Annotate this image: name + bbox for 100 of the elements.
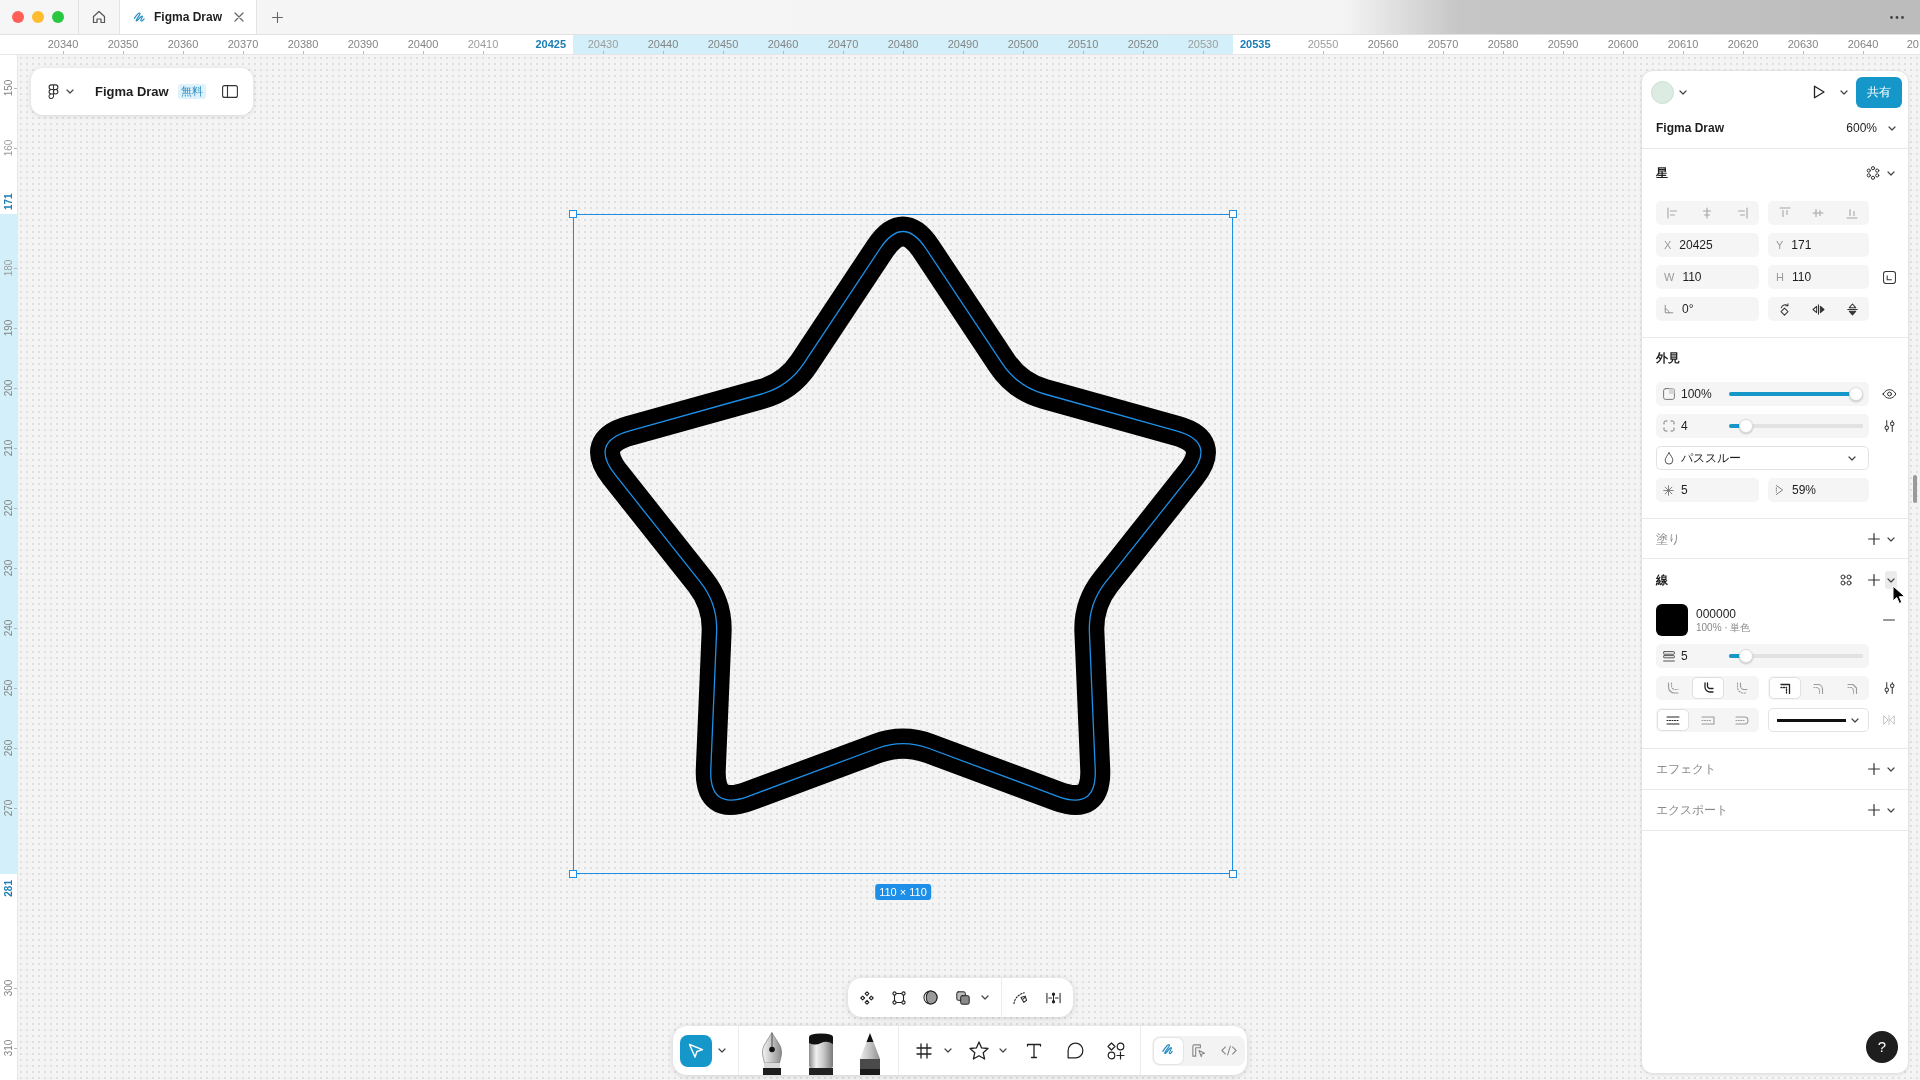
main-menu-button[interactable] [48, 83, 74, 100]
ruler-label: 20440 [647, 38, 679, 51]
pencil-tool-button[interactable] [857, 1032, 883, 1075]
ruler-label: 160 [2, 139, 14, 157]
plan-badge: 無料 [177, 84, 206, 99]
ruler-tick [723, 51, 724, 54]
ruler-tick [963, 51, 964, 54]
ruler-tick [1863, 51, 1864, 54]
rotation-field[interactable]: 0° [1656, 297, 1759, 321]
eye-icon [1881, 389, 1897, 399]
sliders-icon [1883, 681, 1895, 695]
curved-corner-icon [1701, 682, 1714, 694]
file-tab[interactable]: Figma Draw [120, 0, 257, 34]
add-button[interactable] [1866, 761, 1882, 777]
resize-handle[interactable] [1229, 870, 1237, 878]
squiggle-icon [133, 10, 146, 24]
ruler-tick [183, 51, 184, 54]
opacity-control[interactable]: 100% [1656, 382, 1869, 406]
close-tab-button[interactable] [232, 10, 246, 24]
align-right-icon [1735, 207, 1748, 219]
height-field[interactable]: H 110 [1768, 265, 1869, 289]
ratio-field[interactable]: 59% [1768, 478, 1869, 502]
ruler-label: 270 [2, 799, 14, 817]
mirror-icon [1883, 715, 1895, 725]
line-style-dropdown[interactable] [1768, 708, 1869, 732]
ruler-label: 20490 [947, 38, 979, 51]
scrollbar-thumb[interactable] [1913, 475, 1917, 503]
stroke-settings-button[interactable] [1881, 680, 1897, 696]
add-button[interactable] [1866, 572, 1882, 588]
play-icon [1813, 85, 1825, 99]
resize-handle[interactable] [1229, 210, 1237, 218]
zoom-menu-button[interactable]: 600% [1846, 119, 1896, 137]
stroke-styles-button[interactable] [1838, 572, 1854, 588]
resize-handle[interactable] [569, 870, 577, 878]
draw-mode-button[interactable] [1154, 1037, 1183, 1064]
chevron-down-icon [1887, 807, 1895, 813]
section-title: 星 [1656, 165, 1668, 182]
ruler-label: 20535 [1240, 38, 1271, 51]
styles-button[interactable] [1865, 165, 1881, 181]
stroke-color-detail: 100% · 単色 [1696, 620, 1751, 634]
blend-mode-dropdown[interactable]: パススルー [1656, 446, 1869, 470]
ruler-label: 310 [2, 1039, 14, 1057]
x-field[interactable]: X 20425 [1656, 233, 1759, 257]
chevron-down-icon [999, 1048, 1007, 1053]
slider-thumb[interactable] [1849, 387, 1863, 401]
corner-settings-button[interactable] [1881, 418, 1897, 434]
ruler-tick [14, 628, 17, 629]
curved-corner-icon [1667, 682, 1679, 694]
ruler-label: 300 [2, 979, 14, 997]
triangle-icon [1775, 484, 1784, 496]
marker-icon [807, 1032, 835, 1075]
resize-to-fit-button[interactable] [1881, 269, 1897, 285]
y-field[interactable]: Y 171 [1768, 233, 1869, 257]
flip-horizontal-icon [1812, 303, 1825, 315]
slider-thumb[interactable] [1738, 419, 1753, 433]
move-tool-button[interactable] [680, 1034, 712, 1067]
ruler-label: 20640 [1847, 38, 1879, 51]
ruler-label: 20480 [887, 38, 919, 51]
stroke-weight-control[interactable]: 5 [1656, 644, 1869, 668]
resize-handle[interactable] [569, 210, 577, 218]
ruler-label: 220 [2, 499, 14, 517]
ruler-tick [1803, 51, 1804, 54]
section-title: エフェクト [1656, 761, 1716, 778]
window-close-button[interactable] [12, 11, 24, 23]
ruler-tick [483, 51, 484, 54]
slider-thumb[interactable] [1738, 649, 1753, 663]
ruler-label: 20590 [1547, 38, 1579, 51]
ruler-tick [14, 508, 17, 509]
corner-radius-control[interactable]: 4 [1656, 414, 1869, 438]
ruler-label: 281 [2, 880, 14, 897]
mouse-pointer-icon [1892, 585, 1906, 605]
canvas[interactable]: Figma Draw 無料 110 × 110 共有 Figma Draw 600% 星 X 20425 Y 171 W 110 H 110 0° 外見 100% 4 パススルー 5 59% 塗り 線 000000 100% · 単色 5 エフェクト エクスポート ? [18, 55, 1920, 1080]
ruler-tick [14, 688, 17, 689]
add-button[interactable] [1866, 531, 1882, 547]
round-end-icon [1735, 715, 1749, 725]
marker-tool-button[interactable] [807, 1032, 835, 1075]
stroke-hex-value[interactable]: 000000 [1696, 606, 1751, 621]
sidebar-toggle-button[interactable] [222, 85, 238, 98]
point-count-field[interactable]: 5 [1656, 478, 1759, 502]
flip-vertical-icon [1846, 302, 1858, 316]
visibility-button[interactable] [1881, 386, 1897, 402]
hash-icon [916, 1042, 932, 1059]
corner-radius-icon [1663, 420, 1675, 432]
code-icon [1220, 1045, 1237, 1056]
ruler-label: 200 [2, 379, 14, 397]
width-field[interactable]: W 110 [1656, 265, 1759, 289]
ruler-label: 20390 [347, 38, 379, 51]
stroke-option-button[interactable] [1769, 677, 1801, 699]
pen-tool-button[interactable] [759, 1032, 785, 1075]
stroke-option-button[interactable] [1691, 677, 1724, 699]
add-button[interactable] [1866, 802, 1882, 818]
cursor-arrow-icon [688, 1042, 704, 1059]
ruler-tick [663, 51, 664, 54]
chevron-down-icon [1848, 455, 1856, 461]
layout-pointer-icon [1191, 1043, 1206, 1058]
color-swatch-icon[interactable] [1656, 604, 1688, 636]
chevron-down-icon [1888, 125, 1896, 131]
section-menu-button[interactable] [1885, 571, 1897, 589]
ruler-tick [1563, 51, 1564, 54]
spacing-icon [1046, 991, 1061, 1004]
